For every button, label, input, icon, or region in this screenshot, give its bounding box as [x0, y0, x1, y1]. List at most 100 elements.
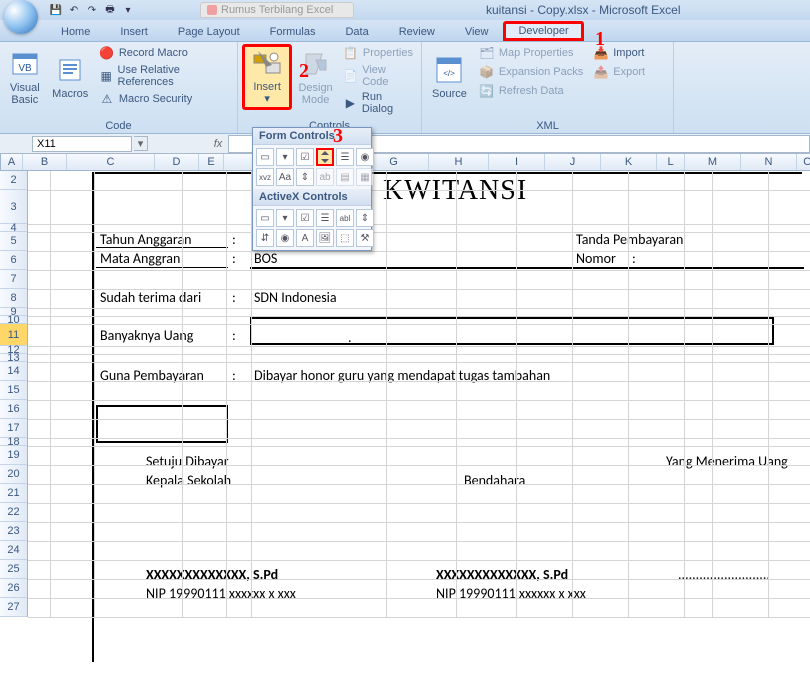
row-header-5[interactable]: 5	[0, 232, 27, 251]
row-header-27[interactable]: 27	[0, 598, 27, 617]
underline-tahun	[96, 247, 228, 248]
mata-anggaran-label: Mata Anggran	[100, 250, 180, 267]
col-header-I[interactable]: I	[489, 154, 545, 170]
row-header-18[interactable]: 18	[0, 438, 27, 446]
activex-label-icon[interactable]: A	[296, 229, 314, 247]
col-header-L[interactable]: L	[657, 154, 685, 170]
export-button[interactable]: 📤 Export	[589, 63, 649, 81]
activex-commandbutton-icon[interactable]: ▭	[256, 209, 274, 227]
row-header-11[interactable]: 11	[0, 324, 27, 346]
tab-view[interactable]: View	[450, 22, 504, 41]
activex-spinbutton-icon[interactable]: ⇵	[256, 229, 274, 247]
macros-icon	[54, 54, 86, 86]
refresh-data-icon: 🔄	[479, 83, 495, 99]
row-header-15[interactable]: 15	[0, 381, 27, 400]
activex-scrollbar-icon[interactable]: ⇕	[356, 209, 374, 227]
macro-security-button[interactable]: ⚠ Macro Security	[95, 90, 233, 108]
col-header-E[interactable]: E	[199, 154, 224, 170]
row-header-16[interactable]: 16	[0, 400, 27, 419]
col-header-A[interactable]: A	[1, 154, 23, 170]
row-header-24[interactable]: 24	[0, 541, 27, 560]
col-header-H[interactable]: H	[429, 154, 489, 170]
background-window-tab[interactable]: Rumus Terbilang Excel	[200, 2, 354, 18]
row-header-13[interactable]: 13	[0, 354, 27, 362]
fx-button[interactable]: fx	[208, 138, 228, 150]
view-code-button[interactable]: 📄 View Code	[339, 63, 417, 89]
row-header-7[interactable]: 7	[0, 270, 27, 289]
tab-page-layout[interactable]: Page Layout	[163, 22, 255, 41]
properties-label: Properties	[363, 47, 413, 59]
row-header-25[interactable]: 25	[0, 560, 27, 579]
run-dialog-button[interactable]: ▶ Run Dialog	[339, 90, 417, 116]
insert-controls-button[interactable]: Insert ▾	[242, 44, 292, 110]
use-relative-references-button[interactable]: ▦ Use Relative References	[95, 63, 233, 89]
tab-developer[interactable]: Developer	[503, 21, 583, 41]
form-button-icon[interactable]: ▭	[256, 148, 274, 166]
properties-button[interactable]: 📋 Properties	[339, 44, 417, 62]
tab-home[interactable]: Home	[46, 22, 105, 41]
row-header-14[interactable]: 14	[0, 362, 27, 381]
row-header-26[interactable]: 26	[0, 579, 27, 598]
macros-button[interactable]: Macros	[48, 44, 93, 110]
activex-togglebutton-icon[interactable]: ⬚	[336, 229, 354, 247]
name-box-dropdown-icon[interactable]: ▾	[134, 136, 148, 151]
col-header-C[interactable]: C	[67, 154, 155, 170]
annotation-3: 3	[333, 125, 343, 148]
expansion-packs-button[interactable]: 📦 Expansion Packs	[475, 63, 587, 81]
row-header-19[interactable]: 19	[0, 446, 27, 465]
col-header-M[interactable]: M	[685, 154, 741, 170]
row-header-4[interactable]: 4	[0, 224, 27, 232]
activex-textbox-icon[interactable]: abl	[336, 209, 354, 227]
record-macro-button[interactable]: 🔴 Record Macro	[95, 44, 233, 62]
row-header-10[interactable]: 10	[0, 316, 27, 324]
office-button[interactable]	[4, 0, 38, 34]
activex-checkbox-icon[interactable]: ☑	[296, 209, 314, 227]
qat-dropdown-icon[interactable]: ▾	[120, 2, 136, 18]
row-header-3[interactable]: 3	[0, 190, 27, 224]
row-header-23[interactable]: 23	[0, 522, 27, 541]
print-icon[interactable]: 🖶	[102, 2, 118, 18]
col-header-J[interactable]: J	[545, 154, 601, 170]
form-combobox-icon[interactable]: ▾	[276, 148, 294, 166]
tab-insert[interactable]: Insert	[105, 22, 163, 41]
tab-review[interactable]: Review	[384, 22, 450, 41]
form-combo-dd-icon[interactable]: ▦	[356, 168, 374, 186]
source-button[interactable]: </> Source	[426, 44, 473, 110]
col-header-O[interactable]: O	[797, 154, 810, 170]
row-header-2[interactable]: 2	[0, 171, 27, 190]
visual-basic-button[interactable]: VB Visual Basic	[4, 44, 46, 110]
activex-morecontrols-icon[interactable]: ⚒	[356, 229, 374, 247]
row-header-20[interactable]: 20	[0, 465, 27, 484]
form-optionbutton-icon[interactable]: ◉	[356, 148, 374, 166]
form-textfield-icon[interactable]: ab	[316, 168, 334, 186]
save-icon[interactable]: 💾	[48, 2, 64, 18]
row-header-21[interactable]: 21	[0, 484, 27, 503]
tab-data[interactable]: Data	[330, 22, 383, 41]
activex-combobox-icon[interactable]: ▾	[276, 209, 294, 227]
col-header-K[interactable]: K	[601, 154, 657, 170]
signer-3-dots: ..........................	[678, 566, 770, 583]
form-combo-list-icon[interactable]: ▤	[336, 168, 354, 186]
activex-optionbutton-icon[interactable]: ◉	[276, 229, 294, 247]
undo-icon[interactable]: ↶	[66, 2, 82, 18]
bg-tab-label: Rumus Terbilang Excel	[221, 4, 333, 16]
activex-image-icon[interactable]: 🖼	[316, 229, 334, 247]
form-listbox-icon[interactable]: ☰	[336, 148, 354, 166]
form-label-icon[interactable]: Aa	[276, 168, 294, 186]
redo-icon[interactable]: ↷	[84, 2, 100, 18]
name-box[interactable]: X11	[32, 136, 132, 152]
col-header-N[interactable]: N	[741, 154, 797, 170]
form-checkbox-icon[interactable]: ☑	[296, 148, 314, 166]
form-spinbutton-icon[interactable]	[316, 148, 334, 166]
col-header-B[interactable]: B	[23, 154, 67, 170]
col-header-D[interactable]: D	[155, 154, 199, 170]
form-scrollbar-icon[interactable]: ⇕	[296, 168, 314, 186]
row-header-22[interactable]: 22	[0, 503, 27, 522]
tab-formulas[interactable]: Formulas	[255, 22, 331, 41]
activex-listbox-icon[interactable]: ☰	[316, 209, 334, 227]
worksheet-grid[interactable]: ABCDEFGHIJKLMNO 234567891011121314151617…	[0, 154, 810, 617]
row-header-6[interactable]: 6	[0, 251, 27, 270]
refresh-data-button[interactable]: 🔄 Refresh Data	[475, 82, 587, 100]
form-groupbox-icon[interactable]: xvz	[256, 168, 274, 186]
map-properties-button[interactable]: 🗂 Map Properties	[475, 44, 587, 62]
